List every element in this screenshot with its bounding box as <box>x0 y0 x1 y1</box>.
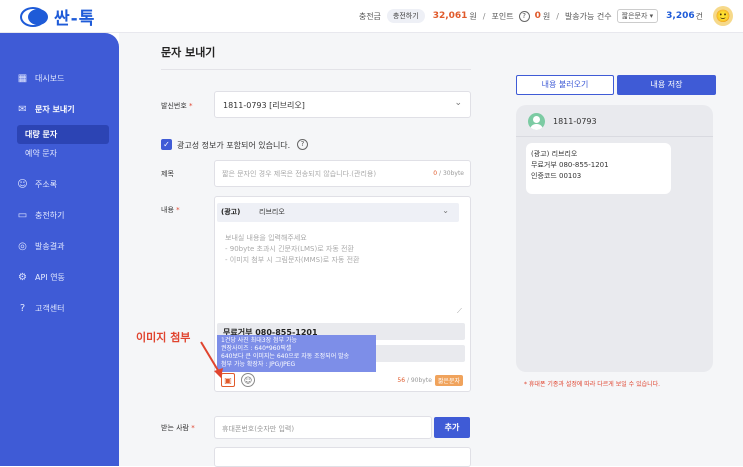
ad-checkbox-label: 광고성 정보가 포함되어 있습니다. <box>177 141 291 150</box>
message-type-badge: 짧은문자 <box>434 375 463 386</box>
sidebar-item-help[interactable]: ? 고객센터 <box>0 293 119 324</box>
charge-button[interactable]: 충전하기 <box>386 9 425 23</box>
account-summary: 충전금 충전하기 32,061 원 / 포인트 ? 0 원 / 발송가능 건수 … <box>359 5 733 27</box>
ad-tag: (광고) <box>221 208 241 216</box>
content-label: 내용 * <box>161 206 180 214</box>
avatar[interactable]: 🙂 <box>713 6 733 26</box>
sidebar-item-charge[interactable]: ▭ 충전하기 <box>0 200 119 231</box>
ad-checkbox[interactable]: ✓ <box>161 139 172 150</box>
charge-label: 충전금 <box>358 11 381 21</box>
sidebar-item-send-message[interactable]: ✉ 문자 보내기 <box>0 94 119 125</box>
card-icon: ▭ <box>17 210 28 221</box>
phone-preview: 1811-0793 (광고) 리브리오 무료거부 080-855-1201 인증… <box>516 105 713 372</box>
phone-number: 1811-0793 <box>553 117 597 126</box>
result-icon: ◎ <box>18 241 27 252</box>
divider <box>161 69 471 70</box>
content-byte-count: 56 / 90byte 짧은문자 <box>397 375 463 386</box>
sidebar-item-api[interactable]: ⚙ API 연동 <box>0 262 119 293</box>
content-placeholder: 보내실 내용을 입력해주세요 - 90byte 초과시 긴문자(LMS)로 자동… <box>225 234 360 264</box>
dashboard-icon: ▦ <box>17 73 28 84</box>
question-icon[interactable]: ? <box>518 10 530 22</box>
load-content-button[interactable]: 내용 불러오기 <box>516 75 614 95</box>
sidebar-item-contacts[interactable]: ☺ 주소록 <box>0 169 119 200</box>
callout-arrow-icon <box>200 341 223 378</box>
attach-toolbar: ▣ ☺ <box>221 373 261 387</box>
page-title: 문자 보내기 <box>161 46 216 59</box>
sidebar: ▦ 대시보드 ✉ 문자 보내기 대량 문자 예약 문자 ☺ 주소록 ▭ 충전하기… <box>0 33 119 466</box>
won-unit: 원 <box>542 11 551 21</box>
add-receiver-button[interactable]: 추가 <box>434 417 470 438</box>
preview-footnote: * 휴대폰 기종과 설정에 따라 다르게 보일 수 있습니다. <box>524 381 661 388</box>
phone-header: 1811-0793 <box>516 105 713 137</box>
save-content-button[interactable]: 내용 저장 <box>617 75 716 95</box>
receiver-list <box>214 447 471 467</box>
image-attach-tooltip: 1건당 사진 최대3장 첨부 가능 권장사이즈 : 640*960픽셀 640보… <box>217 335 376 372</box>
logo-text: 싼-톡 <box>54 9 96 29</box>
charge-amount: 32,061 <box>432 11 468 21</box>
person-icon <box>528 113 545 130</box>
sidebar-submenu: 대량 문자 예약 문자 <box>17 125 109 163</box>
point-label: 포인트 <box>491 11 514 21</box>
sender-select[interactable]: 1811-0793 [리브리오] ⌄ <box>214 91 471 118</box>
sidebar-item-bulk-message[interactable]: 대량 문자 <box>17 125 109 144</box>
logo[interactable]: 싼-톡 <box>20 4 95 29</box>
contacts-icon: ☺ <box>17 179 28 190</box>
ad-sender-select[interactable]: (광고) 리브리오 ⌄ <box>217 203 459 222</box>
image-attach-callout: 이미지 첨부 <box>136 331 191 344</box>
emoji-icon[interactable]: ☺ <box>241 373 255 387</box>
message-bubble: (광고) 리브리오 무료거부 080-855-1201 인증코드 00103 <box>526 143 671 194</box>
send-type-select[interactable]: 짧은문자 ▾ <box>616 9 659 23</box>
receiver-input[interactable]: 휴대폰번호(숫자만 입력) <box>214 416 432 439</box>
sidebar-item-dashboard[interactable]: ▦ 대시보드 <box>0 63 119 94</box>
receiver-placeholder: 휴대폰번호(숫자만 입력) <box>222 425 295 433</box>
point-amount: 0 <box>534 11 541 21</box>
resize-handle-icon[interactable]: ⟋ <box>457 307 462 316</box>
logo-icon <box>20 6 50 28</box>
sidebar-nav: ▦ 대시보드 ✉ 문자 보내기 대량 문자 예약 문자 ☺ 주소록 ▭ 충전하기… <box>0 63 119 324</box>
ad-name: 리브리오 <box>259 208 285 216</box>
won-unit: 원 <box>469 11 477 21</box>
subject-byte-count: 0 / 30byte <box>433 170 464 177</box>
receiver-label: 받는 사람 * <box>161 424 195 432</box>
subject-input[interactable]: 짧은 문자인 경우 제목은 전송되지 않습니다.(관리용) 0 / 30byte <box>214 160 471 187</box>
top-bar: 싼-톡 충전금 충전하기 32,061 원 / 포인트 ? 0 원 / 발송가능… <box>0 0 743 33</box>
send-count-label: 발송가능 건수 <box>564 11 612 21</box>
sidebar-item-reserved-message[interactable]: 예약 문자 <box>17 144 109 163</box>
help-icon: ? <box>19 303 26 314</box>
subject-label: 제목 <box>161 170 174 178</box>
sidebar-item-results[interactable]: ◎ 발송결과 <box>0 231 119 262</box>
subject-placeholder: 짧은 문자인 경우 제목은 전송되지 않습니다.(관리용) <box>222 170 377 178</box>
count-unit: 건 <box>695 11 703 21</box>
chevron-down-icon: ⌄ <box>454 98 462 108</box>
api-icon: ⚙ <box>18 272 27 283</box>
question-icon[interactable]: ? <box>297 139 308 150</box>
chevron-down-icon: ⌄ <box>442 206 449 215</box>
send-count: 3,206 <box>666 11 695 21</box>
sender-label: 발신번호 * <box>161 102 193 110</box>
message-icon: ✉ <box>18 104 27 115</box>
